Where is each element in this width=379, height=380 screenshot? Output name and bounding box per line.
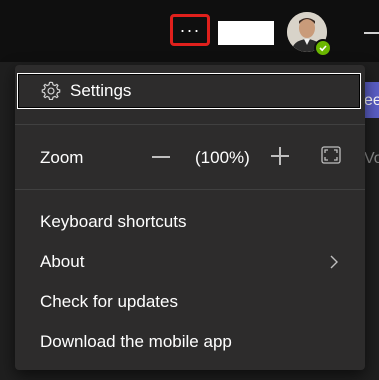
avatar[interactable] xyxy=(287,12,332,57)
more-options-button[interactable]: ··· xyxy=(170,14,210,46)
menu-item-label: Check for updates xyxy=(40,292,178,311)
ellipsis-icon: ··· xyxy=(179,20,201,40)
keyboard-shortcuts-menu-item[interactable]: Keyboard shortcuts xyxy=(15,202,365,242)
minimize-icon[interactable] xyxy=(364,32,379,34)
menu-item-label: Keyboard shortcuts xyxy=(40,212,187,231)
settings-label: Settings xyxy=(70,81,132,100)
fullscreen-icon[interactable] xyxy=(321,146,341,164)
more-options-menu: Settings Zoom (100%) Keyboard shortcuts … xyxy=(15,65,365,370)
settings-menu-item[interactable]: Settings xyxy=(17,73,361,109)
check-for-updates-menu-item[interactable]: Check for updates xyxy=(15,282,365,322)
about-menu-item[interactable]: About xyxy=(15,242,365,282)
presence-available-icon xyxy=(314,39,332,57)
menu-item-label: About xyxy=(40,252,85,271)
gear-icon xyxy=(40,80,62,102)
background-text: ee xyxy=(364,92,379,109)
menu-item-label: Download the mobile app xyxy=(40,332,232,351)
menu-divider xyxy=(15,189,365,190)
redacted-name xyxy=(218,21,274,45)
zoom-label: Zoom xyxy=(40,148,84,167)
background-text-secondary: Vo xyxy=(364,150,379,167)
zoom-level: (100%) xyxy=(195,148,250,167)
zoom-row: Zoom (100%) xyxy=(15,125,365,189)
zoom-in-button[interactable] xyxy=(271,147,289,165)
download-mobile-app-menu-item[interactable]: Download the mobile app xyxy=(15,322,365,362)
chevron-right-icon xyxy=(327,255,341,269)
title-bar: ··· xyxy=(0,0,379,62)
zoom-out-button[interactable] xyxy=(152,156,170,158)
